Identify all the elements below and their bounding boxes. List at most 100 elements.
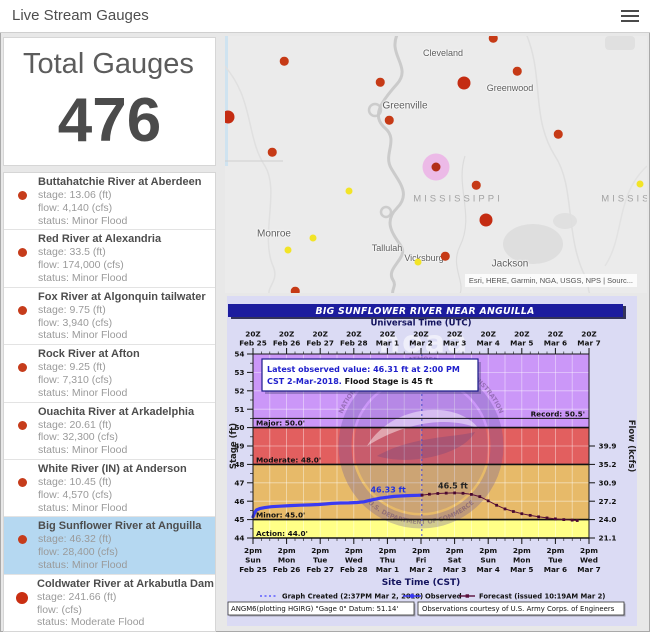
hydrograph-chart: BIG SUNFLOWER RIVER NEAR ANGUILLAUnivers…	[227, 296, 637, 626]
forecast-point	[453, 492, 456, 495]
utc-tick-label: 20Z	[581, 330, 596, 339]
cst-date-label: Mar 1	[376, 565, 399, 574]
menu-bar	[621, 20, 639, 22]
gauge-status-dot-icon	[18, 191, 27, 200]
gauge-status: status: Moderate Flood	[37, 616, 214, 629]
footnote-courtesy: Observations courtesy of U.S. Army Corps…	[422, 605, 615, 613]
gauge-status-dot-icon	[18, 535, 27, 544]
gauge-name: Red River at Alexandria	[38, 233, 161, 246]
utc-date-label: Mar 7	[577, 339, 600, 348]
flow-tick-label: 24.0	[599, 515, 617, 524]
map-gauge-marker[interactable]	[458, 77, 471, 90]
utc-tick-label: 20Z	[346, 330, 361, 339]
map-gauge-marker[interactable]	[291, 287, 300, 293]
map-city-label: Greenville	[382, 101, 427, 112]
app-window: Live Stream Gauges Total Gauges 476 Butt…	[0, 0, 650, 632]
map-gauge-marker[interactable]	[489, 36, 498, 42]
cst-date-label: Mar 6	[544, 565, 567, 574]
map-panel[interactable]: Esri, HERE, Garmin, NGA, USGS, NPS | Sou…	[225, 36, 647, 293]
map-gauge-marker[interactable]	[285, 247, 292, 254]
utc-date-label: Mar 4	[476, 339, 499, 348]
utc-date-label: Feb 27	[306, 339, 334, 348]
gauge-flow: flow: 4,570 (cfs)	[38, 489, 187, 502]
map-gauge-marker[interactable]	[376, 78, 385, 87]
map-gauge-marker[interactable]	[513, 67, 522, 76]
map-gauge-marker[interactable]	[346, 188, 353, 195]
stage-tick-label: 44	[234, 534, 244, 543]
gauge-stage: stage: 10.45 (ft)	[38, 476, 187, 489]
cst-date-label: Feb 28	[340, 565, 368, 574]
forecast-point	[504, 508, 507, 511]
flow-axis-label: Flow (kcfs)	[626, 420, 636, 473]
map-gauge-marker[interactable]	[415, 259, 422, 266]
list-item[interactable]: White River (IN) at Andersonstage: 10.45…	[4, 460, 215, 517]
cst-day-label: Sun	[480, 556, 496, 565]
forecast-point	[445, 492, 448, 495]
gauge-text: Coldwater River at Arkabutla Damstage: 2…	[37, 578, 214, 629]
flow-tick-label: 27.2	[599, 497, 617, 506]
page-title: Live Stream Gauges	[12, 7, 149, 24]
list-item[interactable]: Rock River at Aftonstage: 9.25 (ft)flow:…	[4, 345, 215, 402]
cst-day-label: Wed	[345, 556, 363, 565]
forecast-point	[470, 493, 473, 496]
utc-tick-label: 20Z	[447, 330, 462, 339]
map-city-label: Monroe	[257, 229, 291, 240]
cst-day-label: Tue	[548, 556, 562, 565]
gauge-status: status: Minor Flood	[38, 444, 194, 457]
cst-day-label: Fri	[416, 556, 427, 565]
cst-time-label: 2pm	[513, 546, 531, 555]
gauge-flow: flow: 7,310 (cfs)	[38, 374, 140, 387]
list-item[interactable]: Buttahatchie River at Aberdeenstage: 13.…	[4, 173, 215, 230]
stage-tick-label: 53	[234, 368, 244, 377]
bottom-axis-title: Site Time (CST)	[382, 578, 461, 588]
forecast-point	[546, 517, 549, 520]
gauge-flow: flow: 174,000 (cfs)	[38, 259, 161, 272]
gauge-status-dot-icon	[18, 478, 27, 487]
chart-title: BIG SUNFLOWER RIVER NEAR ANGUILLA	[315, 306, 534, 317]
map-gauge-marker[interactable]	[268, 148, 277, 157]
map-state-label: MISSISS	[601, 194, 647, 205]
utc-tick-label: 20Z	[480, 330, 495, 339]
forecast-point	[537, 515, 540, 518]
map-gauge-marker[interactable]	[310, 235, 317, 242]
map-gauge-marker[interactable]	[280, 57, 289, 66]
gauge-text: White River (IN) at Andersonstage: 10.45…	[38, 463, 187, 514]
map-gauge-marker[interactable]	[554, 130, 563, 139]
map-gauge-marker-selected[interactable]	[432, 163, 441, 172]
map-gauge-marker[interactable]	[472, 181, 481, 190]
flow-tick-label: 30.9	[599, 478, 617, 487]
total-gauges-title: Total Gauges	[23, 48, 215, 81]
map-city-label: Jackson	[492, 259, 529, 270]
gauge-name: Buttahatchie River at Aberdeen	[38, 176, 201, 189]
flow-tick-label: 21.1	[599, 534, 617, 543]
gauge-flow: flow: 28,400 (cfs)	[38, 546, 201, 559]
gauge-flow: flow: 3,940 (cfs)	[38, 317, 206, 330]
gauge-stage: stage: 20.61 (ft)	[38, 419, 194, 432]
map-gauge-marker[interactable]	[480, 214, 493, 227]
total-gauges-card: Total Gauges 476	[3, 37, 216, 166]
list-item[interactable]: Ouachita River at Arkadelphiastage: 20.6…	[4, 403, 215, 460]
hamburger-menu-icon[interactable]	[621, 10, 639, 23]
list-item[interactable]: Big Sunflower River at Anguillastage: 46…	[4, 517, 215, 574]
utc-tick-label: 20Z	[413, 330, 428, 339]
gauge-status-dot-icon	[18, 363, 27, 372]
cst-time-label: 2pm	[244, 546, 262, 555]
info-box-line2: CST 2-Mar-2018. Flood Stage is 45 ft	[267, 377, 433, 386]
gauge-text: Ouachita River at Arkadelphiastage: 20.6…	[38, 406, 194, 457]
map-gauge-marker[interactable]	[385, 116, 394, 125]
gauge-status: status: Minor Flood	[38, 387, 140, 400]
cst-date-label: Feb 26	[273, 565, 301, 574]
gauge-status: status: Minor Flood	[38, 559, 201, 572]
gauge-status-dot-icon	[18, 306, 27, 315]
legend-observed-dot	[410, 594, 414, 598]
gauge-text: Fox River at Algonquin tailwaterstage: 9…	[38, 291, 206, 342]
gauge-text: Buttahatchie River at Aberdeenstage: 13.…	[38, 176, 201, 227]
threshold-label: Record: 50.5'	[531, 409, 585, 418]
utc-tick-label: 20Z	[548, 330, 563, 339]
list-item[interactable]: Fox River at Algonquin tailwaterstage: 9…	[4, 288, 215, 345]
map-gauge-marker[interactable]	[441, 252, 450, 261]
list-item[interactable]: Red River at Alexandriastage: 33.5 (ft)f…	[4, 230, 215, 287]
map-gauge-marker[interactable]	[637, 181, 644, 188]
list-item[interactable]: Coldwater River at Arkabutla Damstage: 2…	[4, 575, 215, 632]
gauge-list[interactable]: Buttahatchie River at Aberdeenstage: 13.…	[3, 172, 216, 632]
